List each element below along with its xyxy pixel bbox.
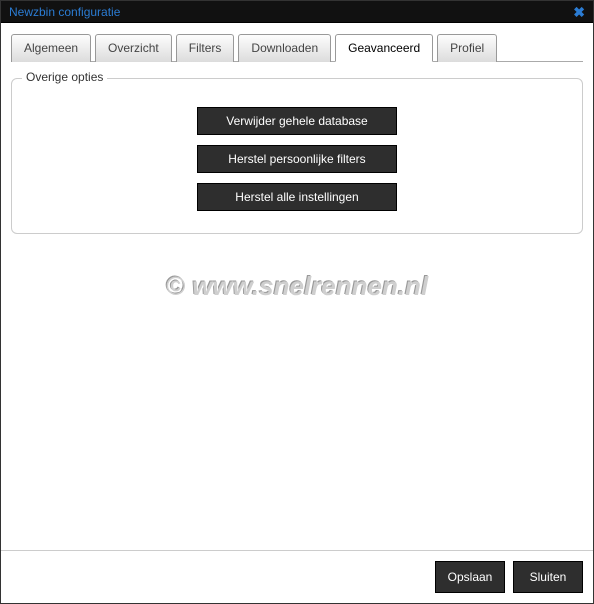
tab-bar: Algemeen Overzicht Filters Downloaden Ge… [11,33,583,62]
watermark: © www.snelrennen.nl [1,271,593,302]
tab-overzicht[interactable]: Overzicht [95,34,172,62]
save-button[interactable]: Opslaan [435,561,505,593]
close-icon[interactable]: ✖ [573,1,585,23]
reset-filters-button[interactable]: Herstel persoonlijke filters [197,145,397,173]
close-button[interactable]: Sluiten [513,561,583,593]
tab-geavanceerd[interactable]: Geavanceerd [335,34,433,62]
group-overige-opties: Overige opties Verwijder gehele database… [11,78,583,234]
titlebar: Newzbin configuratie ✖ [1,1,593,23]
tab-downloaden[interactable]: Downloaden [238,34,331,62]
tab-profiel[interactable]: Profiel [437,34,497,62]
tab-filters[interactable]: Filters [176,34,235,62]
footer: Opslaan Sluiten [1,550,593,603]
button-stack: Verwijder gehele database Herstel persoo… [24,107,570,211]
delete-database-button[interactable]: Verwijder gehele database [197,107,397,135]
tab-algemeen[interactable]: Algemeen [11,34,91,62]
content-area: Algemeen Overzicht Filters Downloaden Ge… [1,23,593,234]
group-legend: Overige opties [22,70,107,84]
window-title: Newzbin configuratie [9,1,120,23]
reset-settings-button[interactable]: Herstel alle instellingen [197,183,397,211]
